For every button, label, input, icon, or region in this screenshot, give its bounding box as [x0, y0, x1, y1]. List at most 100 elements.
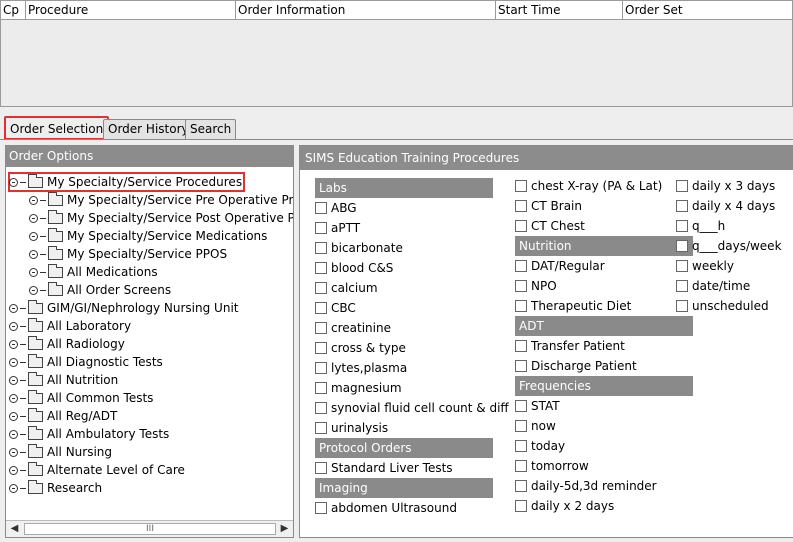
- order-item-daily-x-3-days[interactable]: daily x 3 days: [676, 176, 782, 196]
- order-checkbox[interactable]: [515, 420, 527, 432]
- tab-order-selection[interactable]: Order Selection: [4, 116, 110, 140]
- order-item-discharge-patient[interactable]: Discharge Patient: [515, 356, 693, 376]
- tab-search[interactable]: Search: [185, 119, 237, 140]
- order-checkbox[interactable]: [315, 242, 327, 254]
- expand-toggle-icon[interactable]: [9, 429, 18, 439]
- order-checkbox[interactable]: [515, 500, 527, 512]
- order-item-transfer-patient[interactable]: Transfer Patient: [515, 336, 693, 356]
- order-item-npo[interactable]: NPO: [515, 276, 693, 296]
- expand-toggle-icon[interactable]: [29, 285, 38, 295]
- tree-node-all-radiology[interactable]: All Radiology: [9, 335, 125, 353]
- tree-node-research[interactable]: Research: [9, 479, 102, 497]
- order-item-q-h[interactable]: q___h: [676, 216, 782, 236]
- order-item-calcium[interactable]: calcium: [315, 278, 509, 298]
- scroll-right-button[interactable]: ▶: [277, 521, 292, 537]
- expand-toggle-icon[interactable]: [29, 249, 38, 259]
- order-checkbox[interactable]: [676, 180, 688, 192]
- column-header-order-set[interactable]: Order Set: [623, 1, 792, 20]
- order-checkbox[interactable]: [315, 202, 327, 214]
- tree-node-my-specialty-service-procedures[interactable]: My Specialty/Service Procedures: [7, 172, 246, 192]
- expand-toggle-icon[interactable]: [9, 411, 18, 421]
- order-item-weekly[interactable]: weekly: [676, 256, 782, 276]
- tree-node-all-common-tests[interactable]: All Common Tests: [9, 389, 153, 407]
- order-item-aptt[interactable]: aPTT: [315, 218, 509, 238]
- order-checkbox[interactable]: [515, 400, 527, 412]
- expand-toggle-icon[interactable]: [9, 357, 18, 367]
- order-checkbox[interactable]: [515, 200, 527, 212]
- order-item-lytes-plasma[interactable]: lytes,plasma: [315, 358, 509, 378]
- tree-node-all-medications[interactable]: All Medications: [29, 263, 158, 281]
- order-checkbox[interactable]: [315, 502, 327, 514]
- tree-node-alternate-level-of-care[interactable]: Alternate Level of Care: [9, 461, 185, 479]
- order-item-cbc[interactable]: CBC: [315, 298, 509, 318]
- order-item-creatinine[interactable]: creatinine: [315, 318, 509, 338]
- order-item-magnesium[interactable]: magnesium: [315, 378, 509, 398]
- order-item-synovial-fluid-cell-count-diff[interactable]: synovial fluid cell count & diff: [315, 398, 509, 418]
- order-item-date-time[interactable]: date/time: [676, 276, 782, 296]
- order-checkbox[interactable]: [315, 222, 327, 234]
- expand-toggle-icon[interactable]: [9, 321, 18, 331]
- tree-node-my-specialty-service-medications[interactable]: My Specialty/Service Medications: [29, 227, 267, 245]
- column-header-cp[interactable]: Cp: [1, 1, 26, 20]
- order-item-today[interactable]: today: [515, 436, 693, 456]
- order-item-urinalysis[interactable]: urinalysis: [315, 418, 509, 438]
- order-checkbox[interactable]: [676, 280, 688, 292]
- order-item-ct-chest[interactable]: CT Chest: [515, 216, 693, 236]
- order-item-standard-liver-tests[interactable]: Standard Liver Tests: [315, 458, 509, 478]
- tab-order-history[interactable]: Order History: [103, 119, 194, 140]
- order-checkbox[interactable]: [315, 422, 327, 434]
- order-checkbox[interactable]: [676, 200, 688, 212]
- order-checkbox[interactable]: [515, 280, 527, 292]
- order-checkbox[interactable]: [315, 402, 327, 414]
- order-checkbox[interactable]: [676, 240, 688, 252]
- order-item-chest-x-ray-pa-lat[interactable]: chest X-ray (PA & Lat): [515, 176, 693, 196]
- tree-node-all-laboratory[interactable]: All Laboratory: [9, 317, 131, 335]
- tree-node-all-ambulatory-tests[interactable]: All Ambulatory Tests: [9, 425, 169, 443]
- tree-node-my-specialty-service-ppos[interactable]: My Specialty/Service PPOS: [29, 245, 227, 263]
- order-item-ct-brain[interactable]: CT Brain: [515, 196, 693, 216]
- order-checkbox[interactable]: [676, 300, 688, 312]
- order-options-tree[interactable]: My Specialty/Service Procedures My Specia…: [6, 167, 293, 517]
- order-item-now[interactable]: now: [515, 416, 693, 436]
- order-item-therapeutic-diet[interactable]: Therapeutic Diet: [515, 296, 693, 316]
- order-item-unscheduled[interactable]: unscheduled: [676, 296, 782, 316]
- expand-toggle-icon[interactable]: [9, 339, 18, 349]
- order-item-daily-5d-3d-reminder[interactable]: daily-5d,3d reminder: [515, 476, 693, 496]
- expand-toggle-icon[interactable]: [29, 195, 38, 205]
- order-checkbox[interactable]: [315, 262, 327, 274]
- column-header-procedure[interactable]: Procedure: [26, 1, 236, 20]
- scroll-left-button[interactable]: ◀: [7, 521, 22, 537]
- expand-toggle-icon[interactable]: [29, 231, 38, 241]
- order-item-cross-type[interactable]: cross & type: [315, 338, 509, 358]
- expand-toggle-icon[interactable]: [9, 393, 18, 403]
- order-item-daily-x-4-days[interactable]: daily x 4 days: [676, 196, 782, 216]
- order-item-abg[interactable]: ABG: [315, 198, 509, 218]
- tree-node-all-order-screens[interactable]: All Order Screens: [29, 281, 171, 299]
- expand-toggle-icon[interactable]: [9, 447, 18, 457]
- order-checkbox[interactable]: [515, 220, 527, 232]
- tree-node-my-specialty-service-pre-operative-prophy[interactable]: My Specialty/Service Pre Operative Proph…: [29, 191, 293, 209]
- order-checkbox[interactable]: [315, 282, 327, 294]
- tree-node-all-reg-adt[interactable]: All Reg/ADT: [9, 407, 117, 425]
- order-checkbox[interactable]: [315, 382, 327, 394]
- order-checkbox[interactable]: [515, 260, 527, 272]
- order-checkbox[interactable]: [515, 340, 527, 352]
- order-item-q-days-week[interactable]: q___days/week: [676, 236, 782, 256]
- order-item-dat-regular[interactable]: DAT/Regular: [515, 256, 693, 276]
- expand-toggle-icon[interactable]: [29, 267, 38, 277]
- order-checkbox[interactable]: [676, 220, 688, 232]
- expand-toggle-icon[interactable]: [9, 375, 18, 385]
- order-checkbox[interactable]: [515, 460, 527, 472]
- order-item-tomorrow[interactable]: tomorrow: [515, 456, 693, 476]
- collapse-toggle-icon[interactable]: [9, 177, 18, 187]
- column-header-start-time[interactable]: Start Time: [496, 1, 623, 20]
- expand-toggle-icon[interactable]: [9, 303, 18, 313]
- order-checkbox[interactable]: [315, 362, 327, 374]
- tree-node-gim-gi-nephrology-nursing-unit[interactable]: GIM/GI/Nephrology Nursing Unit: [9, 299, 238, 317]
- order-checkbox[interactable]: [515, 180, 527, 192]
- expand-toggle-icon[interactable]: [9, 483, 18, 493]
- column-header-order-information[interactable]: Order Information: [236, 1, 496, 20]
- order-item-abdomen-ultrasound[interactable]: abdomen Ultrasound: [315, 498, 509, 518]
- order-checkbox[interactable]: [515, 440, 527, 452]
- order-checkbox[interactable]: [315, 462, 327, 474]
